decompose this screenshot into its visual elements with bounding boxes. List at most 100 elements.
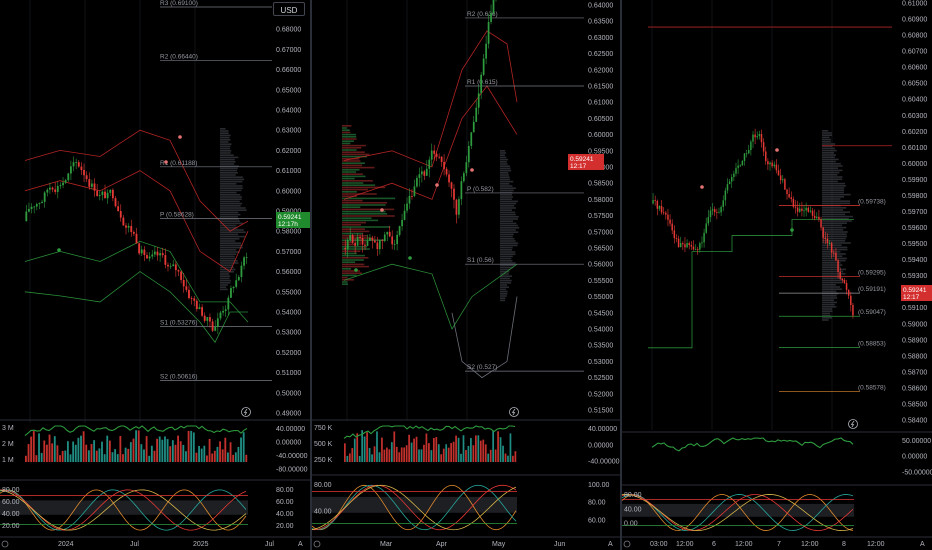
candle-body	[688, 243, 690, 246]
auto-scale-button[interactable]: A	[298, 541, 303, 548]
oscillator-scale-label: 50.00000	[902, 438, 931, 445]
volume-profile-bar	[342, 219, 379, 222]
candle-body	[788, 193, 790, 198]
oscillator-scale-label: 60.00	[2, 499, 20, 506]
volume-bar	[430, 450, 433, 462]
candle-body	[686, 243, 688, 248]
candle-body	[349, 235, 352, 240]
settings-icon[interactable]	[313, 540, 321, 548]
candle-body	[482, 58, 485, 75]
volume-bar	[447, 447, 450, 462]
candle-body	[30, 206, 33, 210]
chart-pane-1-canvas[interactable]: 0.690000.680000.670000.660000.650000.640…	[0, 0, 310, 550]
chart-pane-2[interactable]: 0.64000 0.63500 0.63000 0.62500 0.62000 0.615…	[312, 0, 620, 550]
price-scale-label: 0.54500	[588, 310, 613, 317]
candle-body	[130, 225, 133, 232]
volume-profile-bar	[500, 172, 509, 174]
volume-bar	[232, 454, 235, 462]
candle-body	[850, 295, 852, 305]
candle-body	[803, 210, 805, 212]
volume-profile-bar	[342, 250, 361, 252]
volume-bar	[229, 442, 232, 462]
settings-icon[interactable]	[1, 540, 9, 548]
volume-profile-bar	[822, 152, 835, 154]
volume-profile-bar	[500, 198, 512, 200]
volume-profile-bar	[220, 286, 227, 288]
price-scale-label: 0.56000	[276, 269, 301, 276]
lightning-icon-glyph	[243, 408, 248, 416]
volume-profile-bar	[822, 220, 852, 222]
oscillator-scale-label: -40.00000	[588, 459, 620, 466]
volume-bar	[106, 435, 109, 462]
volume-profile-bar	[220, 187, 243, 189]
chart-pane-1[interactable]: 0.690000.680000.670000.660000.650000.640…	[0, 0, 310, 550]
candle-body	[101, 191, 104, 195]
volume-profile-bar	[342, 272, 362, 274]
candle-body	[835, 252, 837, 261]
chart-pane-3-canvas[interactable]: 0.61000 0.60900 0.60800 0.60700 0.60600 0.605…	[622, 0, 932, 550]
volume-profile-bar	[822, 281, 843, 284]
volume-bar	[53, 436, 56, 462]
auto-scale-button[interactable]: A	[920, 541, 925, 548]
time-axis-label: Jun	[554, 541, 565, 548]
signal-dot	[57, 248, 61, 252]
candle-body	[151, 254, 154, 257]
candle-body	[784, 179, 786, 190]
candle-body	[51, 187, 54, 190]
volume-bar	[425, 433, 428, 462]
volume-profile-bar	[342, 171, 357, 173]
candle-body	[709, 210, 712, 218]
volume-bar	[420, 449, 423, 462]
volume-profile-bar	[500, 227, 520, 229]
volume-profile-bar	[220, 189, 242, 192]
volume-bar	[124, 447, 127, 462]
candle-body	[470, 132, 473, 146]
time-axis-label: Mar	[380, 541, 393, 548]
volume-profile-bar	[500, 176, 510, 178]
lightning-icon[interactable]	[848, 419, 858, 429]
candle-body	[182, 279, 185, 287]
volume-profile-bar	[342, 268, 352, 270]
currency-button[interactable]: USD	[273, 2, 305, 16]
lightning-icon[interactable]	[241, 407, 251, 417]
volume-profile-bar	[822, 255, 843, 257]
volume-profile-bar	[220, 152, 231, 154]
volume-profile-bar	[500, 180, 514, 183]
candle-body	[475, 107, 478, 122]
candle-body	[240, 265, 243, 277]
candle-body	[656, 200, 659, 209]
candle-body	[425, 168, 428, 176]
volume-bar	[85, 444, 88, 462]
price-scale-label: 0.64000	[276, 108, 301, 115]
volume-bar	[373, 446, 376, 462]
volume-bar	[150, 445, 153, 462]
price-scale-label: 0.58800	[902, 353, 927, 360]
chart-pane-3[interactable]: 0.61000 0.60900 0.60800 0.60700 0.60600 0.605…	[622, 0, 932, 550]
volume-profile-bar	[220, 282, 231, 284]
candle-body	[148, 256, 151, 259]
pivot-label: S1 (0.53276)	[160, 320, 198, 327]
price-scale-label: 0.51500	[588, 408, 613, 415]
oscillator-scale-label: 20.00	[2, 523, 20, 530]
volume-bar	[156, 438, 159, 462]
pivot-label: R2 (0.66440)	[160, 54, 198, 61]
volume-profile-bar	[342, 217, 372, 219]
lightning-icon[interactable]	[509, 407, 519, 417]
candle-body	[737, 165, 739, 169]
volume-bar	[386, 447, 388, 462]
signal-dot	[408, 256, 412, 260]
chart-pane-2-canvas[interactable]: 0.64000 0.63500 0.63000 0.62500 0.62000 0.615…	[312, 0, 620, 550]
volume-bar	[435, 437, 438, 462]
volume-profile-bar	[822, 141, 831, 143]
candle-body	[790, 197, 793, 200]
auto-scale-button[interactable]: A	[608, 541, 613, 548]
time-axis-label: 8	[842, 541, 846, 548]
volume-profile-bar	[500, 238, 515, 240]
volume-bar	[242, 432, 245, 462]
candle-body	[669, 219, 671, 224]
price-scale-label: 0.64000	[588, 3, 613, 10]
settings-icon[interactable]	[623, 540, 631, 548]
last-price-countdown: 12:17	[570, 163, 587, 170]
volume-bar	[164, 436, 166, 462]
volume-bar	[227, 452, 229, 462]
